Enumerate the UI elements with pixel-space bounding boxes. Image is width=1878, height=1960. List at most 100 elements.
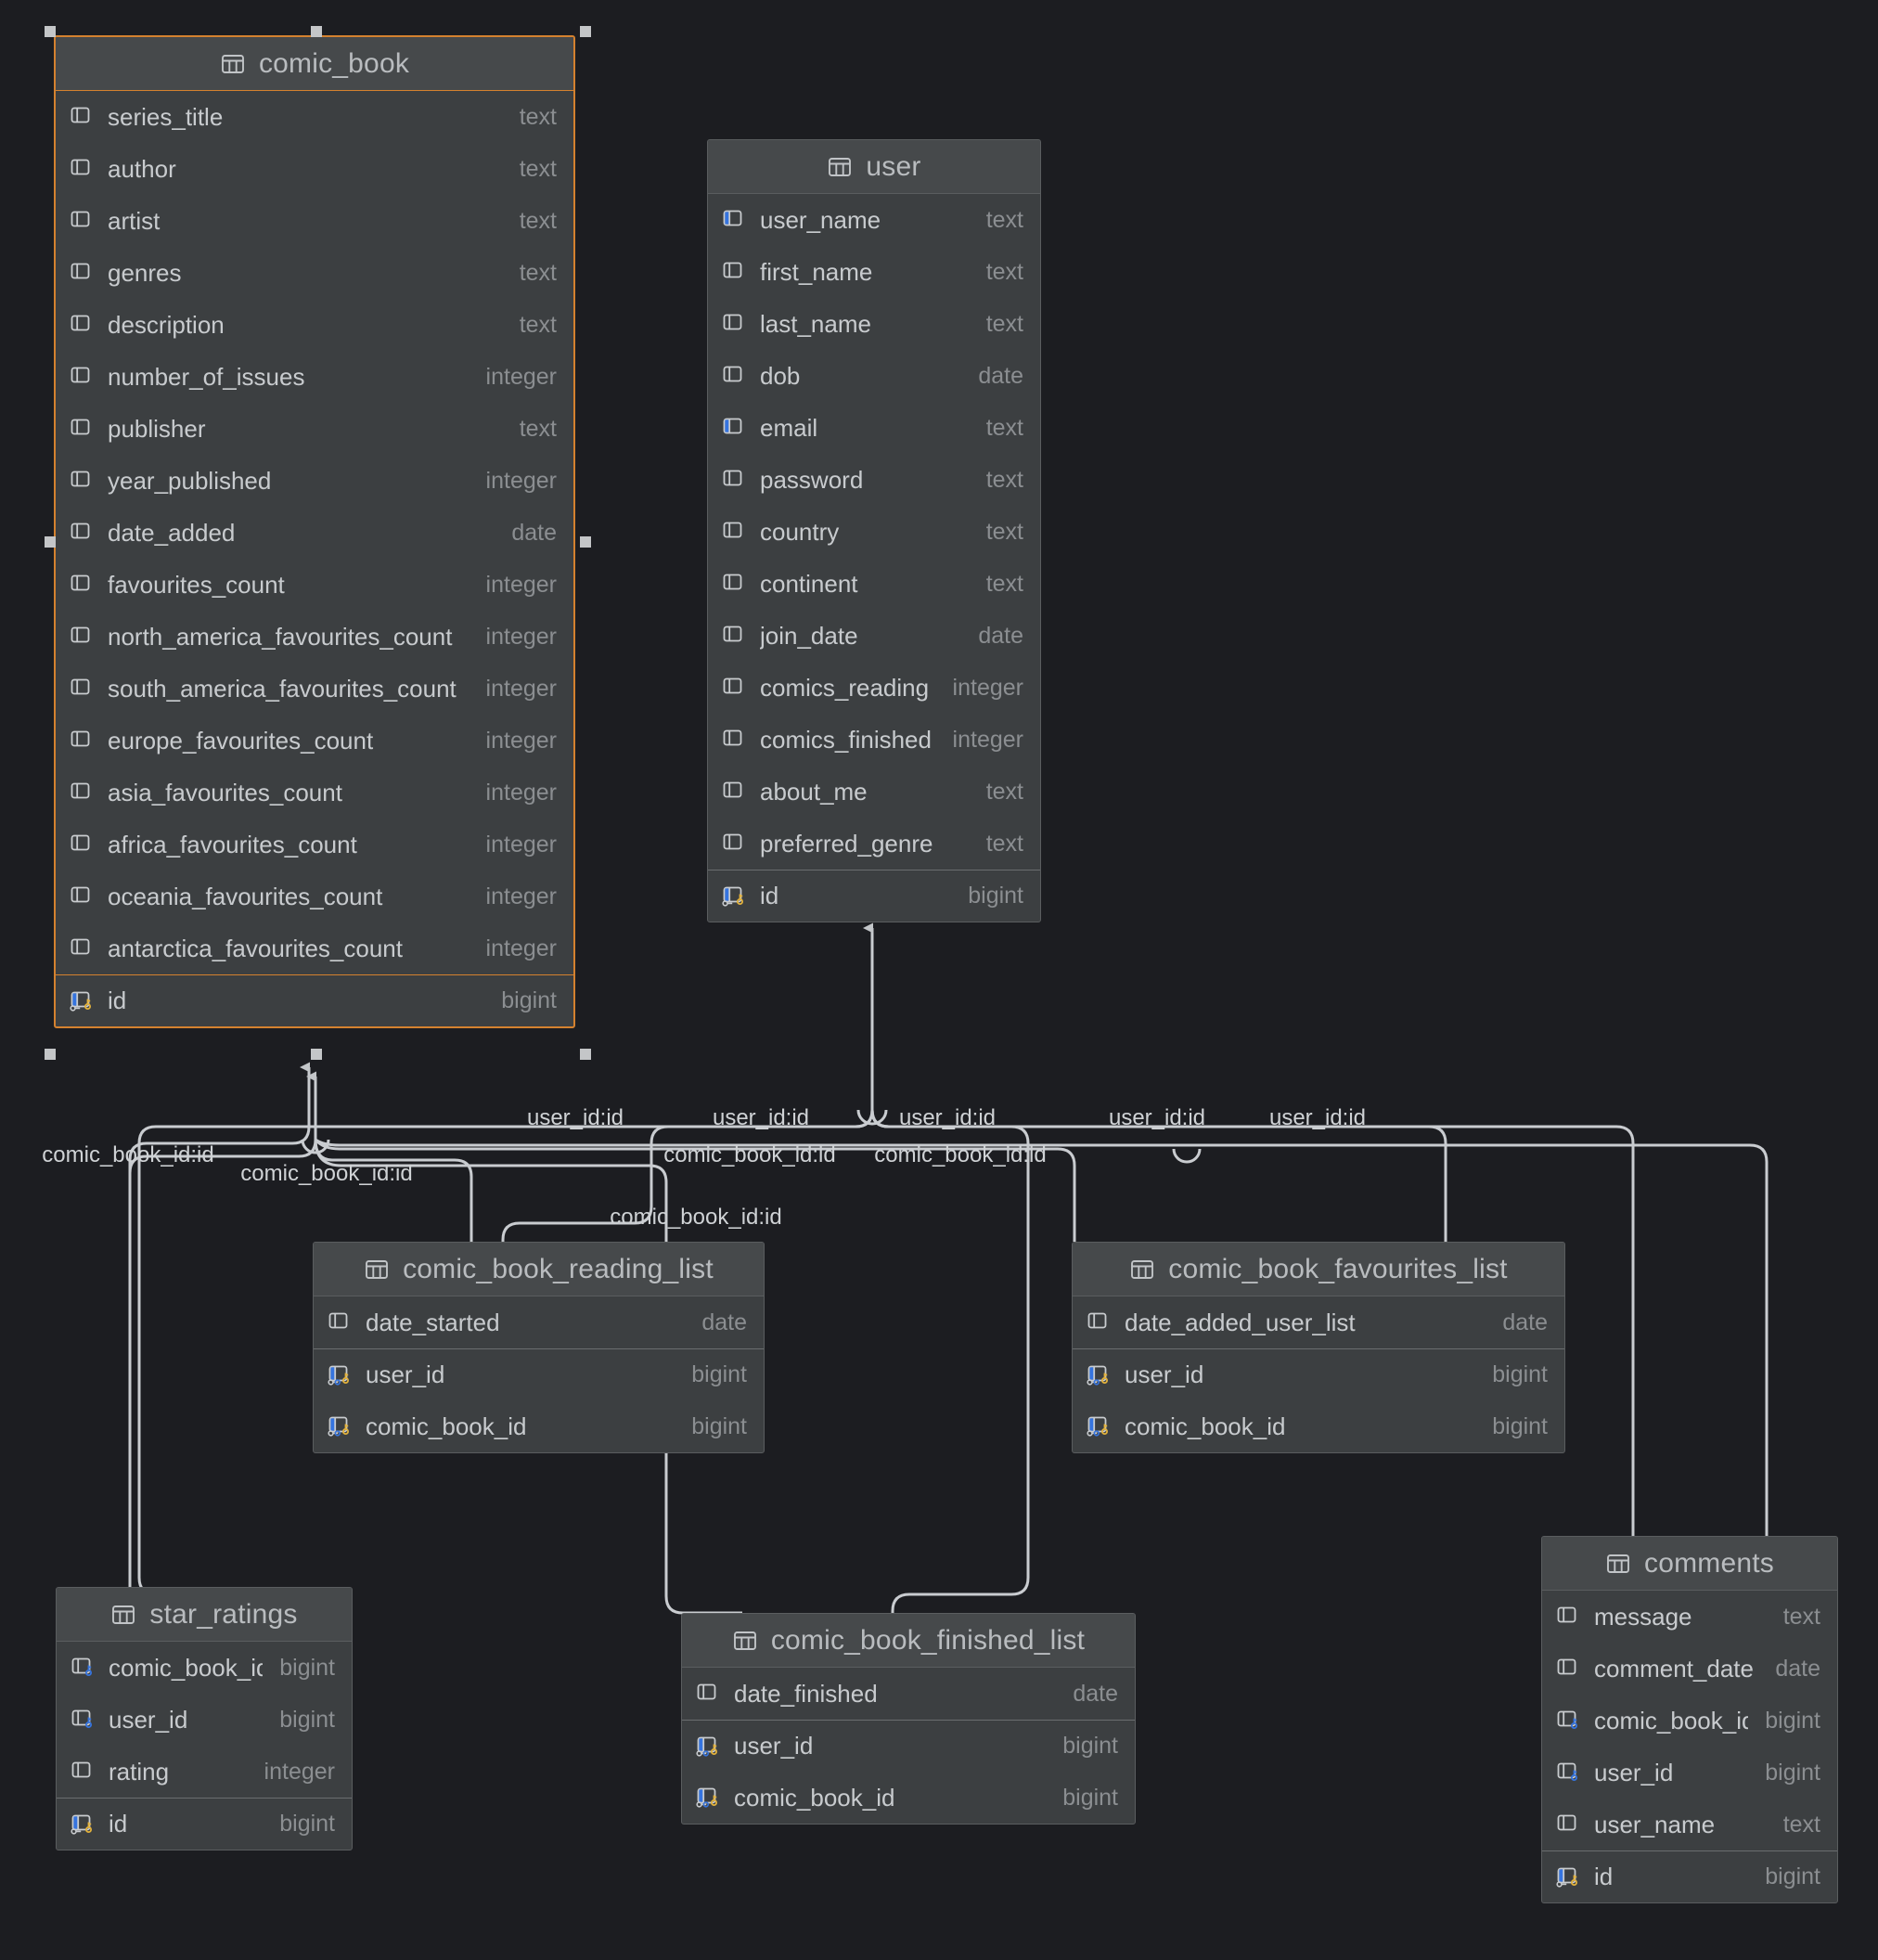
column-icon [1555,1811,1583,1838]
table-header-comments[interactable]: comments [1542,1537,1837,1591]
field-row[interactable]: asia_favourites_count integer [56,767,573,819]
field-type: integer [485,571,557,598]
table-comments[interactable]: comments message text comment_date date comic… [1541,1536,1838,1903]
field-row[interactable]: north_america_favourites_count integer [56,611,573,663]
field-row[interactable]: user_name text [1542,1799,1837,1850]
foreign-key-icon [1555,1707,1583,1734]
field-row[interactable]: series_title text [56,91,573,143]
column-icon [69,155,96,183]
field-row[interactable]: date_finished date [682,1668,1135,1720]
table-header-comic_book_favourites_list[interactable]: comic_book_favourites_list [1073,1243,1564,1296]
field-row[interactable]: message text [1542,1591,1837,1643]
selection-handle[interactable] [311,26,322,37]
field-row[interactable]: comics_reading integer [708,662,1040,714]
field-row[interactable]: europe_favourites_count integer [56,715,573,767]
field-name: user_id [1594,1758,1674,1786]
field-row[interactable]: comic_book_id bigint [682,1772,1135,1824]
field-row[interactable]: author text [56,143,573,195]
field-row[interactable]: id bigint [1542,1850,1837,1902]
field-row[interactable]: artist text [56,195,573,247]
foreign-key-icon [70,1654,97,1682]
field-row[interactable]: comic_book_id bigint [1073,1400,1564,1452]
selection-handle[interactable] [45,536,56,548]
field-row[interactable]: south_america_favourites_count integer [56,663,573,715]
field-row[interactable]: date_started date [314,1296,764,1348]
table-comic_book_reading_list[interactable]: comic_book_reading_list date_started date u… [313,1242,765,1453]
selection-handle[interactable] [45,26,56,37]
field-row[interactable]: comics_finished integer [708,714,1040,766]
field-row[interactable]: rating integer [57,1746,352,1798]
field-name: date_added_user_list [1125,1308,1356,1336]
column-icon [70,1758,97,1786]
table-header-user[interactable]: user [708,140,1040,194]
field-row[interactable]: description text [56,299,573,351]
table-comic_book[interactable]: comic_book series_title text author text arti… [54,35,575,1028]
column-unique-icon [721,414,749,442]
field-name: user_id [109,1705,188,1734]
selection-handle[interactable] [580,26,591,37]
field-row[interactable]: date_added date [56,507,573,559]
field-type: integer [952,674,1023,701]
field-row[interactable]: publisher text [56,403,573,455]
field-type: text [519,207,557,234]
field-row[interactable]: user_id bigint [1542,1747,1837,1799]
field-row[interactable]: year_published integer [56,455,573,507]
field-row[interactable]: user_id bigint [57,1694,352,1746]
field-row[interactable]: preferred_genre text [708,818,1040,870]
table-comic_book_favourites_list[interactable]: comic_book_favourites_list date_added_use… [1072,1242,1565,1453]
erd-canvas[interactable]: comic_book series_title text author text arti… [0,0,1878,1960]
field-name: date_started [366,1308,500,1336]
column-icon [69,831,96,858]
table-user[interactable]: user user_name text first_name text last_name… [707,139,1041,922]
primary-key-icon [70,1811,97,1838]
field-row[interactable]: id bigint [57,1798,352,1850]
field-row[interactable]: country text [708,506,1040,558]
field-row[interactable]: user_name text [708,194,1040,246]
field-row[interactable]: dob date [708,350,1040,402]
field-type: date [1073,1680,1118,1707]
field-row[interactable]: first_name text [708,246,1040,298]
field-row[interactable]: id bigint [56,974,573,1026]
selection-handle[interactable] [580,1049,591,1060]
column-icon [721,570,749,598]
table-name: star_ratings [149,1598,298,1630]
field-type: text [985,206,1023,233]
field-row[interactable]: user_id bigint [314,1348,764,1400]
field-row[interactable]: date_added_user_list date [1073,1296,1564,1348]
field-row[interactable]: user_id bigint [682,1720,1135,1772]
field-row[interactable]: id bigint [708,870,1040,922]
field-row[interactable]: about_me text [708,766,1040,818]
table-header-comic_book_reading_list[interactable]: comic_book_reading_list [314,1243,764,1296]
table-star_ratings[interactable]: star_ratings comic_book_id bigint user_id bi… [56,1587,353,1850]
field-row[interactable]: oceania_favourites_count integer [56,870,573,922]
field-row[interactable]: africa_favourites_count integer [56,819,573,870]
table-comic_book_finished_list[interactable]: comic_book_finished_list date_finished dat… [681,1613,1136,1825]
table-header-star_ratings[interactable]: star_ratings [57,1588,352,1642]
field-row[interactable]: number_of_issues integer [56,351,573,403]
column-icon [721,466,749,494]
field-row[interactable]: continent text [708,558,1040,610]
field-row[interactable]: comic_book_id bigint [314,1400,764,1452]
column-icon [721,830,749,858]
field-row[interactable]: email text [708,402,1040,454]
field-row[interactable]: comic_book_id bigint [57,1642,352,1694]
field-row[interactable]: genres text [56,247,573,299]
field-row[interactable]: user_id bigint [1073,1348,1564,1400]
field-type: text [985,258,1023,285]
field-row[interactable]: last_name text [708,298,1040,350]
column-icon [69,311,96,339]
selection-handle[interactable] [311,1049,322,1060]
field-row[interactable]: comic_book_id bigint [1542,1695,1837,1747]
relationship-label: user_id:id [1268,1105,1367,1130]
field-row[interactable]: join_date date [708,610,1040,662]
field-row[interactable]: comment_date date [1542,1643,1837,1695]
field-name: join_date [760,621,858,650]
table-header-comic_book[interactable]: comic_book [56,37,573,91]
table-header-comic_book_finished_list[interactable]: comic_book_finished_list [682,1614,1135,1668]
field-row[interactable]: password text [708,454,1040,506]
field-row[interactable]: antarctica_favourites_count integer [56,922,573,974]
field-type: text [985,570,1023,597]
field-row[interactable]: favourites_count integer [56,559,573,611]
selection-handle[interactable] [580,536,591,548]
selection-handle[interactable] [45,1049,56,1060]
